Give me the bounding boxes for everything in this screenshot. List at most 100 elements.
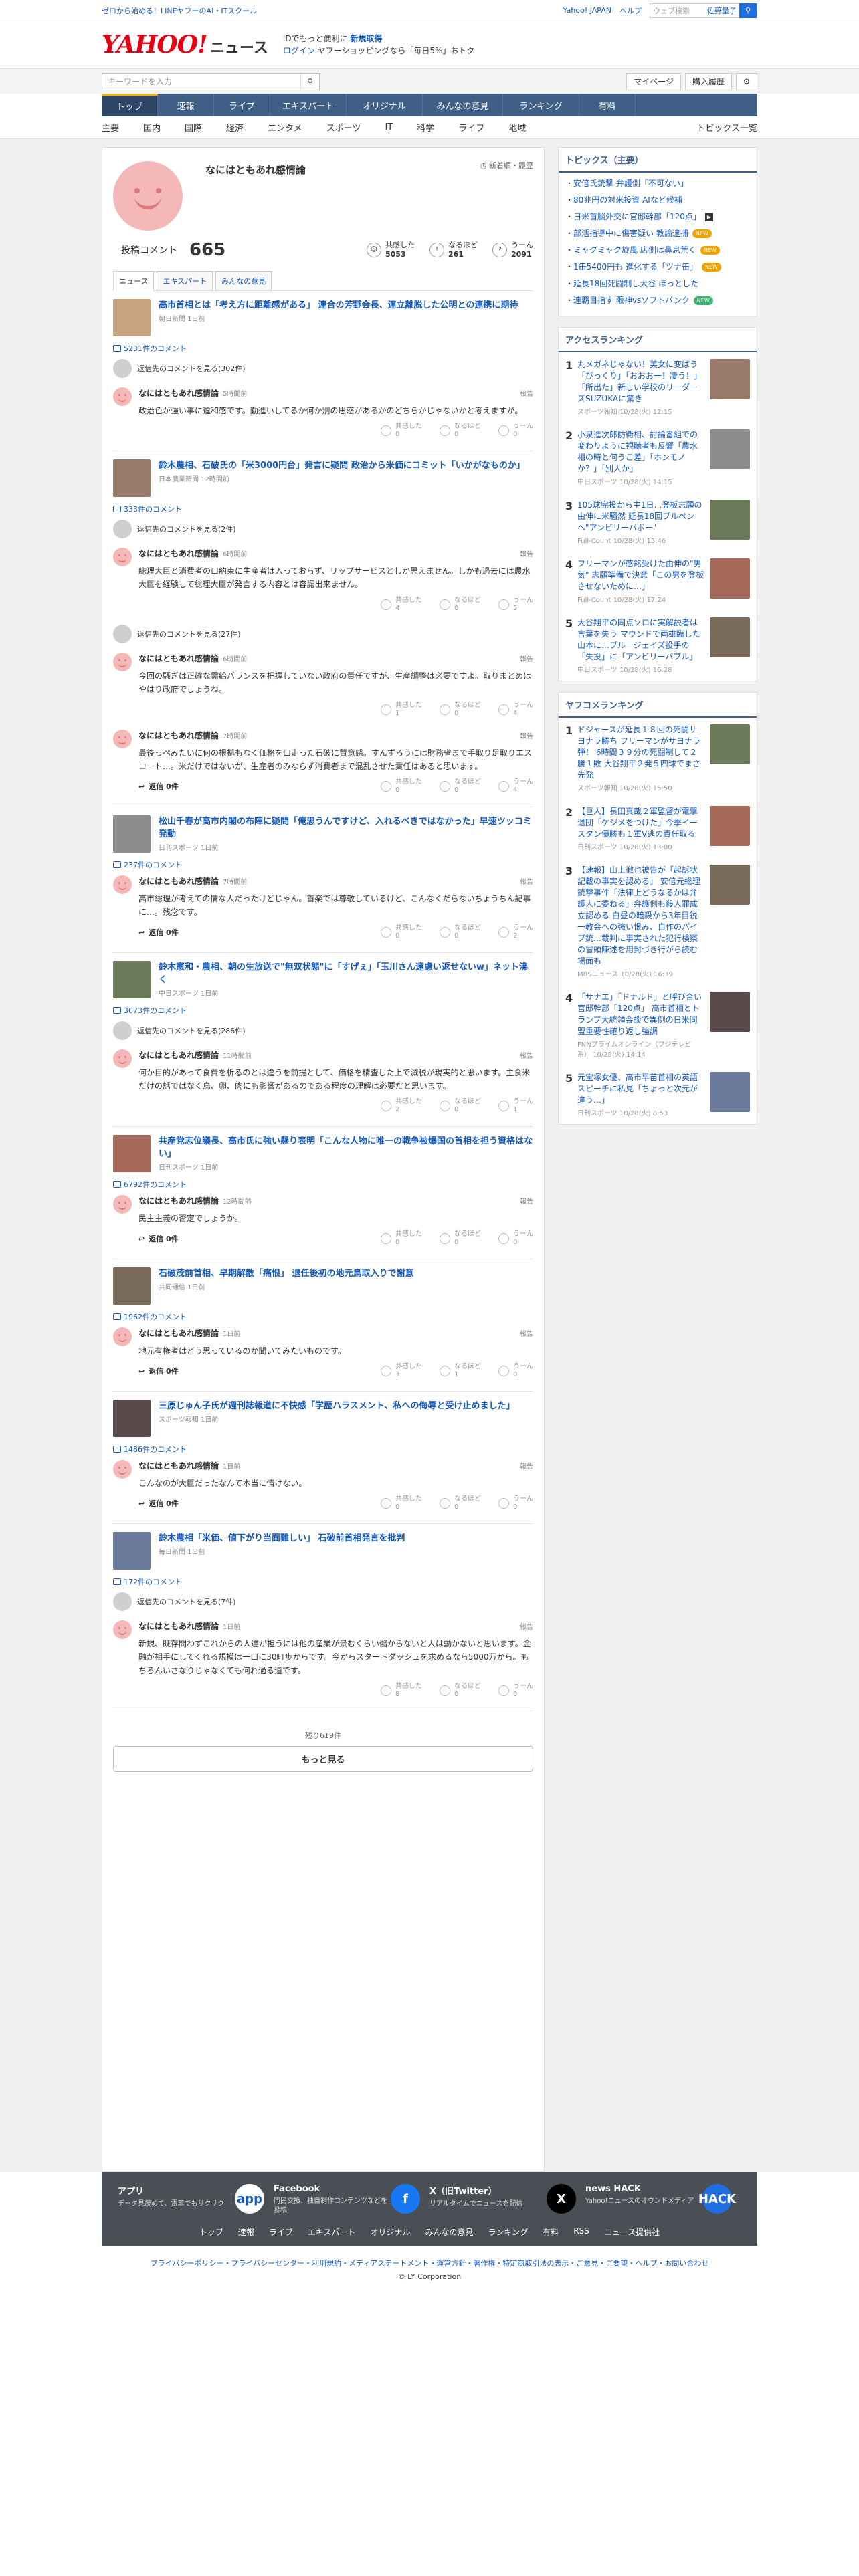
report-link[interactable]: 報告 <box>520 388 533 398</box>
naruhodo-vote[interactable]: なるほど 0 <box>440 1495 481 1511</box>
subnav-item[interactable]: ライフ <box>458 121 484 134</box>
subnav-item[interactable]: IT <box>385 122 393 132</box>
topic-item[interactable]: ミャクミャク旋風 店側は鼻息荒く NEW <box>565 242 750 259</box>
report-link[interactable]: 報告 <box>520 876 533 886</box>
empathy-vote[interactable]: 共感した 0 <box>381 778 422 794</box>
article-thumbnail[interactable] <box>113 1532 151 1570</box>
nav-live[interactable]: ライブ <box>214 94 270 116</box>
footer-link[interactable]: トップ <box>199 2226 223 2238</box>
article-thumbnail[interactable] <box>113 961 151 998</box>
article-thumbnail[interactable] <box>113 299 151 336</box>
gear-icon[interactable]: ⚙ <box>736 72 757 90</box>
nav-ranking[interactable]: ランキング <box>503 94 579 116</box>
subnav-item[interactable]: 地域 <box>508 121 526 134</box>
mypage-button[interactable]: マイページ <box>626 72 681 90</box>
legal-links[interactable]: プライバシーポリシー・プライバシーセンター・利用規約・メディアステートメント・運… <box>0 2258 859 2268</box>
reply-button[interactable]: ↩ 返信 0件 <box>138 781 179 792</box>
tab-expert[interactable]: エキスパート <box>157 271 213 290</box>
ranking-item[interactable]: 5 大谷翔平の同点ソロに実解説者は言葉を失う マウンドで両雄臨した山本に…ブルージ… <box>559 611 757 681</box>
show-parent-comment[interactable]: 返信先のコメントを見る(27件) <box>113 625 533 643</box>
comment-count-link[interactable]: 5231件のコメント <box>113 343 533 354</box>
ranking-item[interactable]: 4 「サナエ」「ドナルド」と呼び合い 官邸幹部「120点」 高市首相とトランプ大統… <box>559 985 757 1065</box>
nav-expert[interactable]: エキスパート <box>270 94 347 116</box>
article-title[interactable]: 松山千春が高市内閣の布陣に疑問「俺思うんですけど、入れるべきではなかった」早速ツ… <box>159 815 533 841</box>
empathy-vote[interactable]: 共感した 3 <box>381 1363 422 1379</box>
empathy-vote[interactable]: 共感した 2 <box>381 1098 422 1114</box>
report-link[interactable]: 報告 <box>520 1328 533 1338</box>
load-more-button[interactable]: もっと見る <box>113 1746 533 1772</box>
naruhodo-vote[interactable]: なるほど 0 <box>440 1230 481 1247</box>
empathy-vote[interactable]: 共感した 0 <box>381 924 422 940</box>
hmm-vote[interactable]: うーん 0 <box>498 1363 533 1379</box>
comment-author[interactable]: なにはともあれ感情論 <box>138 1620 219 1632</box>
comment-author[interactable]: なにはともあれ感情論 <box>138 730 219 741</box>
show-parent-comment[interactable]: 返信先のコメントを見る(7件) <box>113 1592 533 1611</box>
tab-opinions[interactable]: みんなの意見 <box>215 271 272 290</box>
show-parent-comment[interactable]: 返信先のコメントを見る(302件) <box>113 359 533 378</box>
footer-app[interactable]: X（旧Twitter） リアルタイムでニュースを配信 X <box>430 2184 585 2216</box>
report-link[interactable]: 報告 <box>520 1621 533 1631</box>
reply-button[interactable]: ↩ 返信 0件 <box>138 1498 179 1509</box>
report-link[interactable]: 報告 <box>520 548 533 558</box>
comment-author[interactable]: なにはともあれ感情論 <box>138 1327 219 1339</box>
sort-history-link[interactable]: ◷ 新着順・履歴 <box>480 160 533 171</box>
article-title[interactable]: 鈴木農相「米価、値下がり当面難しい」 石破前首相発言を批判 <box>159 1532 405 1545</box>
nav-original[interactable]: オリジナル <box>347 94 423 116</box>
signup-link[interactable]: 新規取得 <box>350 34 382 43</box>
footer-link[interactable]: ランキング <box>488 2226 529 2238</box>
comment-author[interactable]: なにはともあれ感情論 <box>138 548 219 559</box>
ranking-item[interactable]: 3 105球完投から中1日…登板志願の由伸に米騒然 延長18回ブルペンへ"アンビリ… <box>559 493 757 552</box>
article-thumbnail[interactable] <box>113 459 151 497</box>
footer-link[interactable]: ニュース提供社 <box>604 2226 660 2238</box>
comment-author[interactable]: なにはともあれ感情論 <box>138 387 219 399</box>
footer-app[interactable]: Facebook 同民交換、独自制作コンテンツなどを投稿 f <box>274 2184 430 2216</box>
subnav-item[interactable]: スポーツ <box>326 121 361 134</box>
empathy-vote[interactable]: 共感した 0 <box>381 1230 422 1247</box>
topic-item[interactable]: 連覇目指す 阪神vsソフトバンクNEW <box>565 292 750 309</box>
footer-link[interactable]: ライブ <box>269 2226 293 2238</box>
history-button[interactable]: 購入履歴 <box>684 72 732 90</box>
footer-link[interactable]: みんなの意見 <box>425 2226 474 2238</box>
empathy-vote[interactable]: 共感した 0 <box>381 1495 422 1511</box>
article-title[interactable]: 高市首相とは「考え方に距離感がある」 連合の芳野会長、連立離脱した公明との連携に… <box>159 299 518 312</box>
topic-item[interactable]: 日米首脳外交に官邸幹部「120点」▶ <box>565 209 750 225</box>
comment-count-link[interactable]: 6792件のコメント <box>113 1179 533 1190</box>
topics-list-link[interactable]: トピックス一覧 <box>696 121 757 134</box>
hmm-vote[interactable]: うーん 5 <box>498 597 533 613</box>
subnav-item[interactable]: 主要 <box>102 121 119 134</box>
naruhodo-vote[interactable]: なるほど 0 <box>440 597 481 613</box>
comment-author[interactable]: なにはともあれ感情論 <box>138 653 219 664</box>
hmm-vote[interactable]: うーん 0 <box>498 423 533 439</box>
article-title[interactable]: 鈴木農相、石破氏の「米3000円台」発言に疑問 政治から米価にコミット「いかがな… <box>159 459 525 472</box>
subnav-item[interactable]: 国内 <box>143 121 161 134</box>
footer-link[interactable]: 速報 <box>238 2226 254 2238</box>
footer-app[interactable]: news HACK Yahoo!ニュースのオウンドメディア HACK <box>585 2184 741 2216</box>
subnav-item[interactable]: エンタメ <box>268 121 302 134</box>
subnav-item[interactable]: 科学 <box>417 121 434 134</box>
show-parent-comment[interactable]: 返信先のコメントを見る(2件) <box>113 520 533 538</box>
naruhodo-vote[interactable]: なるほど 0 <box>440 423 481 439</box>
search-select[interactable]: 佐野量子 <box>704 5 739 16</box>
article-title[interactable]: 三原じゅん子氏が週刊誌報道に不快感「学歴ハラスメント、私への侮辱と受け止めました… <box>159 1400 514 1412</box>
naruhodo-vote[interactable]: なるほど 0 <box>440 924 481 940</box>
article-thumbnail[interactable] <box>113 1267 151 1305</box>
hmm-vote[interactable]: うーん 1 <box>498 1098 533 1114</box>
hmm-vote[interactable]: うーん 0 <box>498 1495 533 1511</box>
ranking-item[interactable]: 2 【巨人】長田真哉２軍監督が電撃退団「ケジメをつけた」今季イースタン優勝も１軍V… <box>559 799 757 858</box>
naruhodo-vote[interactable]: なるほど 0 <box>440 702 481 718</box>
naruhodo-vote[interactable]: なるほど 0 <box>440 778 481 794</box>
yahoo-japan-link[interactable]: Yahoo! JAPAN <box>563 6 611 15</box>
comment-author[interactable]: なにはともあれ感情論 <box>138 875 219 887</box>
comment-count-link[interactable]: 1486件のコメント <box>113 1444 533 1455</box>
help-link[interactable]: ヘルプ <box>619 5 642 16</box>
show-parent-comment[interactable]: 返信先のコメントを見る(286件) <box>113 1021 533 1040</box>
hmm-vote[interactable]: うーん 4 <box>498 702 533 718</box>
logo[interactable]: YAHOO! ニュース <box>102 31 268 59</box>
reply-button[interactable]: ↩ 返信 0件 <box>138 1366 179 1376</box>
topic-item[interactable]: 部活指導中に傷害疑い 教諭逮捕 NEW <box>565 225 750 242</box>
hmm-vote[interactable]: うーん 0 <box>498 1683 533 1699</box>
article-title[interactable]: 鈴木憲和・農相、朝の生放送で"無双状態"に「すげぇ」「玉川さん遠慮い返せないw」… <box>159 961 533 986</box>
nav-opinions[interactable]: みんなの意見 <box>423 94 503 116</box>
hmm-vote[interactable]: うーん 0 <box>498 1230 533 1247</box>
article-title[interactable]: 石破茂前首相、早期解散「痛恨」 退任後初の地元鳥取入りで謝意 <box>159 1267 414 1280</box>
